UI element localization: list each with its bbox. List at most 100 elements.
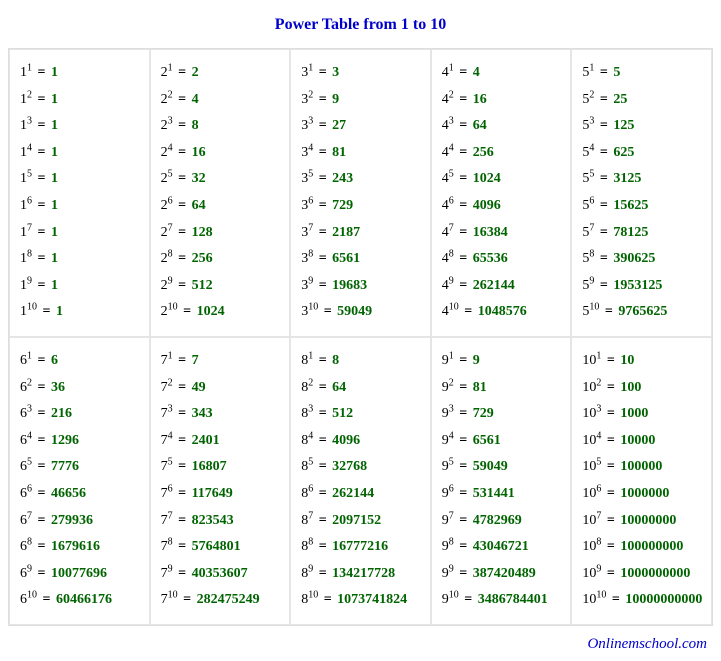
power-entry: 21 = 2 (161, 60, 282, 87)
power-entry: 48 = 65536 (442, 246, 563, 273)
power-entry: 101 = 10 (582, 348, 703, 375)
power-entry: 107 = 10000000 (582, 508, 703, 535)
power-entry: 56 = 15625 (582, 193, 703, 220)
power-entry: 82 = 64 (301, 375, 422, 402)
power-entry: 97 = 4782969 (442, 508, 563, 535)
power-entry: 109 = 1000000000 (582, 561, 703, 588)
power-entry: 89 = 134217728 (301, 561, 422, 588)
power-entry: 98 = 43046721 (442, 534, 563, 561)
power-entry: 72 = 49 (161, 375, 282, 402)
power-entry: 66 = 46656 (20, 481, 141, 508)
power-entry: 84 = 4096 (301, 428, 422, 455)
power-entry: 103 = 1000 (582, 401, 703, 428)
power-table: 11 = 112 = 113 = 114 = 115 = 116 = 117 =… (8, 48, 713, 626)
power-entry: 41 = 4 (442, 60, 563, 87)
power-entry: 25 = 32 (161, 166, 282, 193)
power-entry: 32 = 9 (301, 87, 422, 114)
power-entry: 38 = 6561 (301, 246, 422, 273)
power-entry: 110 = 1 (20, 299, 141, 326)
power-cell-base-2: 21 = 222 = 423 = 824 = 1625 = 3226 = 642… (150, 49, 291, 337)
power-entry: 75 = 16807 (161, 454, 282, 481)
power-entry: 64 = 1296 (20, 428, 141, 455)
power-entry: 69 = 10077696 (20, 561, 141, 588)
power-entry: 310 = 59049 (301, 299, 422, 326)
power-entry: 12 = 1 (20, 87, 141, 114)
power-entry: 91 = 9 (442, 348, 563, 375)
power-entry: 67 = 279936 (20, 508, 141, 535)
power-entry: 18 = 1 (20, 246, 141, 273)
power-entry: 68 = 1679616 (20, 534, 141, 561)
power-entry: 93 = 729 (442, 401, 563, 428)
power-entry: 94 = 6561 (442, 428, 563, 455)
power-entry: 78 = 5764801 (161, 534, 282, 561)
power-entry: 99 = 387420489 (442, 561, 563, 588)
power-entry: 27 = 128 (161, 220, 282, 247)
power-cell-base-6: 61 = 662 = 3663 = 21664 = 129665 = 77766… (9, 337, 150, 625)
power-entry: 57 = 78125 (582, 220, 703, 247)
power-entry: 104 = 10000 (582, 428, 703, 455)
power-entry: 96 = 531441 (442, 481, 563, 508)
power-entry: 71 = 7 (161, 348, 282, 375)
power-entry: 1010 = 10000000000 (582, 587, 703, 614)
power-entry: 11 = 1 (20, 60, 141, 87)
power-entry: 92 = 81 (442, 375, 563, 402)
power-entry: 88 = 16777216 (301, 534, 422, 561)
power-entry: 54 = 625 (582, 140, 703, 167)
power-entry: 19 = 1 (20, 273, 141, 300)
power-cell-base-1: 11 = 112 = 113 = 114 = 115 = 116 = 117 =… (9, 49, 150, 337)
power-entry: 810 = 1073741824 (301, 587, 422, 614)
power-entry: 52 = 25 (582, 87, 703, 114)
power-cell-base-5: 51 = 552 = 2553 = 12554 = 62555 = 312556… (571, 49, 712, 337)
power-entry: 53 = 125 (582, 113, 703, 140)
power-entry: 610 = 60466176 (20, 587, 141, 614)
power-cell-base-7: 71 = 772 = 4973 = 34374 = 240175 = 16807… (150, 337, 291, 625)
power-entry: 29 = 512 (161, 273, 282, 300)
power-entry: 33 = 27 (301, 113, 422, 140)
power-cell-base-10: 101 = 10102 = 100103 = 1000104 = 1000010… (571, 337, 712, 625)
source-footer: Onlinemschool.com (8, 636, 707, 653)
power-entry: 710 = 282475249 (161, 587, 282, 614)
power-entry: 58 = 390625 (582, 246, 703, 273)
power-entry: 31 = 3 (301, 60, 422, 87)
power-entry: 46 = 4096 (442, 193, 563, 220)
power-entry: 47 = 16384 (442, 220, 563, 247)
power-entry: 49 = 262144 (442, 273, 563, 300)
power-entry: 24 = 16 (161, 140, 282, 167)
power-cell-base-4: 41 = 442 = 1643 = 6444 = 25645 = 102446 … (431, 49, 572, 337)
power-entry: 15 = 1 (20, 166, 141, 193)
power-entry: 43 = 64 (442, 113, 563, 140)
power-entry: 13 = 1 (20, 113, 141, 140)
power-entry: 36 = 729 (301, 193, 422, 220)
power-entry: 106 = 1000000 (582, 481, 703, 508)
power-entry: 210 = 1024 (161, 299, 282, 326)
power-entry: 55 = 3125 (582, 166, 703, 193)
power-cell-base-3: 31 = 332 = 933 = 2734 = 8135 = 24336 = 7… (290, 49, 431, 337)
power-entry: 23 = 8 (161, 113, 282, 140)
power-entry: 95 = 59049 (442, 454, 563, 481)
power-entry: 59 = 1953125 (582, 273, 703, 300)
power-entry: 73 = 343 (161, 401, 282, 428)
power-entry: 510 = 9765625 (582, 299, 703, 326)
power-entry: 83 = 512 (301, 401, 422, 428)
power-entry: 51 = 5 (582, 60, 703, 87)
power-entry: 16 = 1 (20, 193, 141, 220)
power-entry: 85 = 32768 (301, 454, 422, 481)
power-entry: 34 = 81 (301, 140, 422, 167)
power-entry: 22 = 4 (161, 87, 282, 114)
power-entry: 86 = 262144 (301, 481, 422, 508)
power-entry: 14 = 1 (20, 140, 141, 167)
power-entry: 35 = 243 (301, 166, 422, 193)
power-entry: 65 = 7776 (20, 454, 141, 481)
power-cell-base-8: 81 = 882 = 6483 = 51284 = 409685 = 32768… (290, 337, 431, 625)
power-entry: 45 = 1024 (442, 166, 563, 193)
power-cell-base-9: 91 = 992 = 8193 = 72994 = 656195 = 59049… (431, 337, 572, 625)
power-entry: 76 = 117649 (161, 481, 282, 508)
power-entry: 26 = 64 (161, 193, 282, 220)
power-entry: 44 = 256 (442, 140, 563, 167)
power-entry: 74 = 2401 (161, 428, 282, 455)
page-title: Power Table from 1 to 10 (8, 16, 713, 34)
power-entry: 61 = 6 (20, 348, 141, 375)
power-entry: 17 = 1 (20, 220, 141, 247)
power-entry: 87 = 2097152 (301, 508, 422, 535)
power-entry: 105 = 100000 (582, 454, 703, 481)
